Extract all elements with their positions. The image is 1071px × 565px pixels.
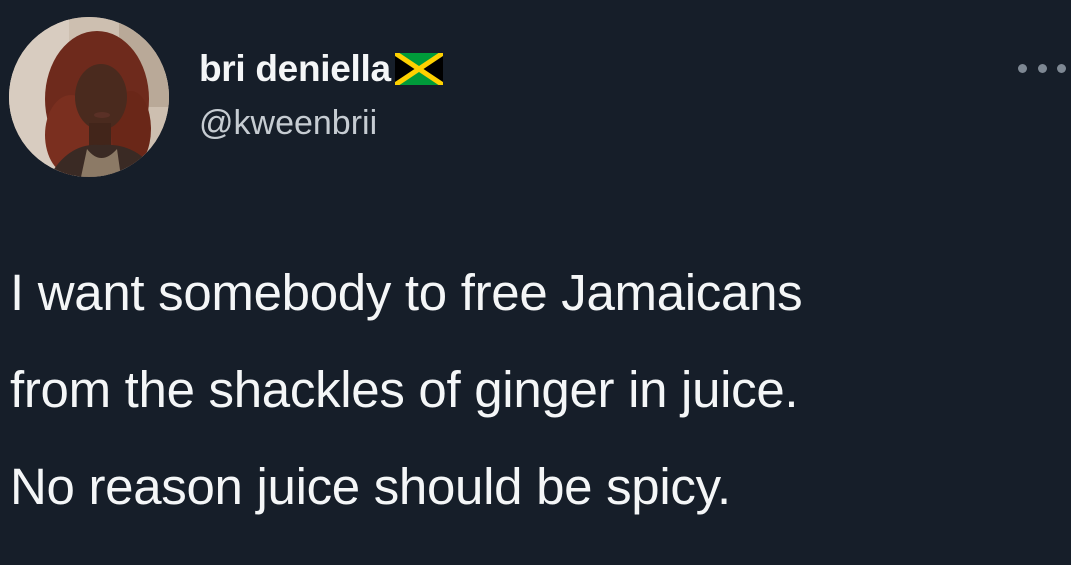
more-options-icon[interactable] — [1018, 58, 1066, 78]
tweet-line: from the shackles of ginger in juice. — [10, 361, 799, 418]
tweet-card: bri deniella @kweenbrii I want somebody … — [0, 0, 1071, 565]
more-dot — [1037, 63, 1047, 73]
more-dot — [1057, 63, 1066, 73]
tweet-line: No reason juice should be spicy. — [10, 458, 731, 515]
jamaica-flag-icon — [394, 53, 443, 85]
user-handle[interactable]: @kweenbrii — [199, 104, 377, 143]
author-name-row[interactable]: bri deniella — [199, 46, 443, 92]
avatar-photo-icon — [9, 17, 169, 177]
tweet-line: I want somebody to free Jamaicans — [10, 264, 803, 321]
avatar[interactable] — [9, 17, 169, 177]
tweet-text: I want somebody to free Jamaicans from t… — [10, 244, 1060, 535]
display-name[interactable]: bri deniella — [199, 48, 391, 90]
more-dot — [1018, 63, 1027, 73]
